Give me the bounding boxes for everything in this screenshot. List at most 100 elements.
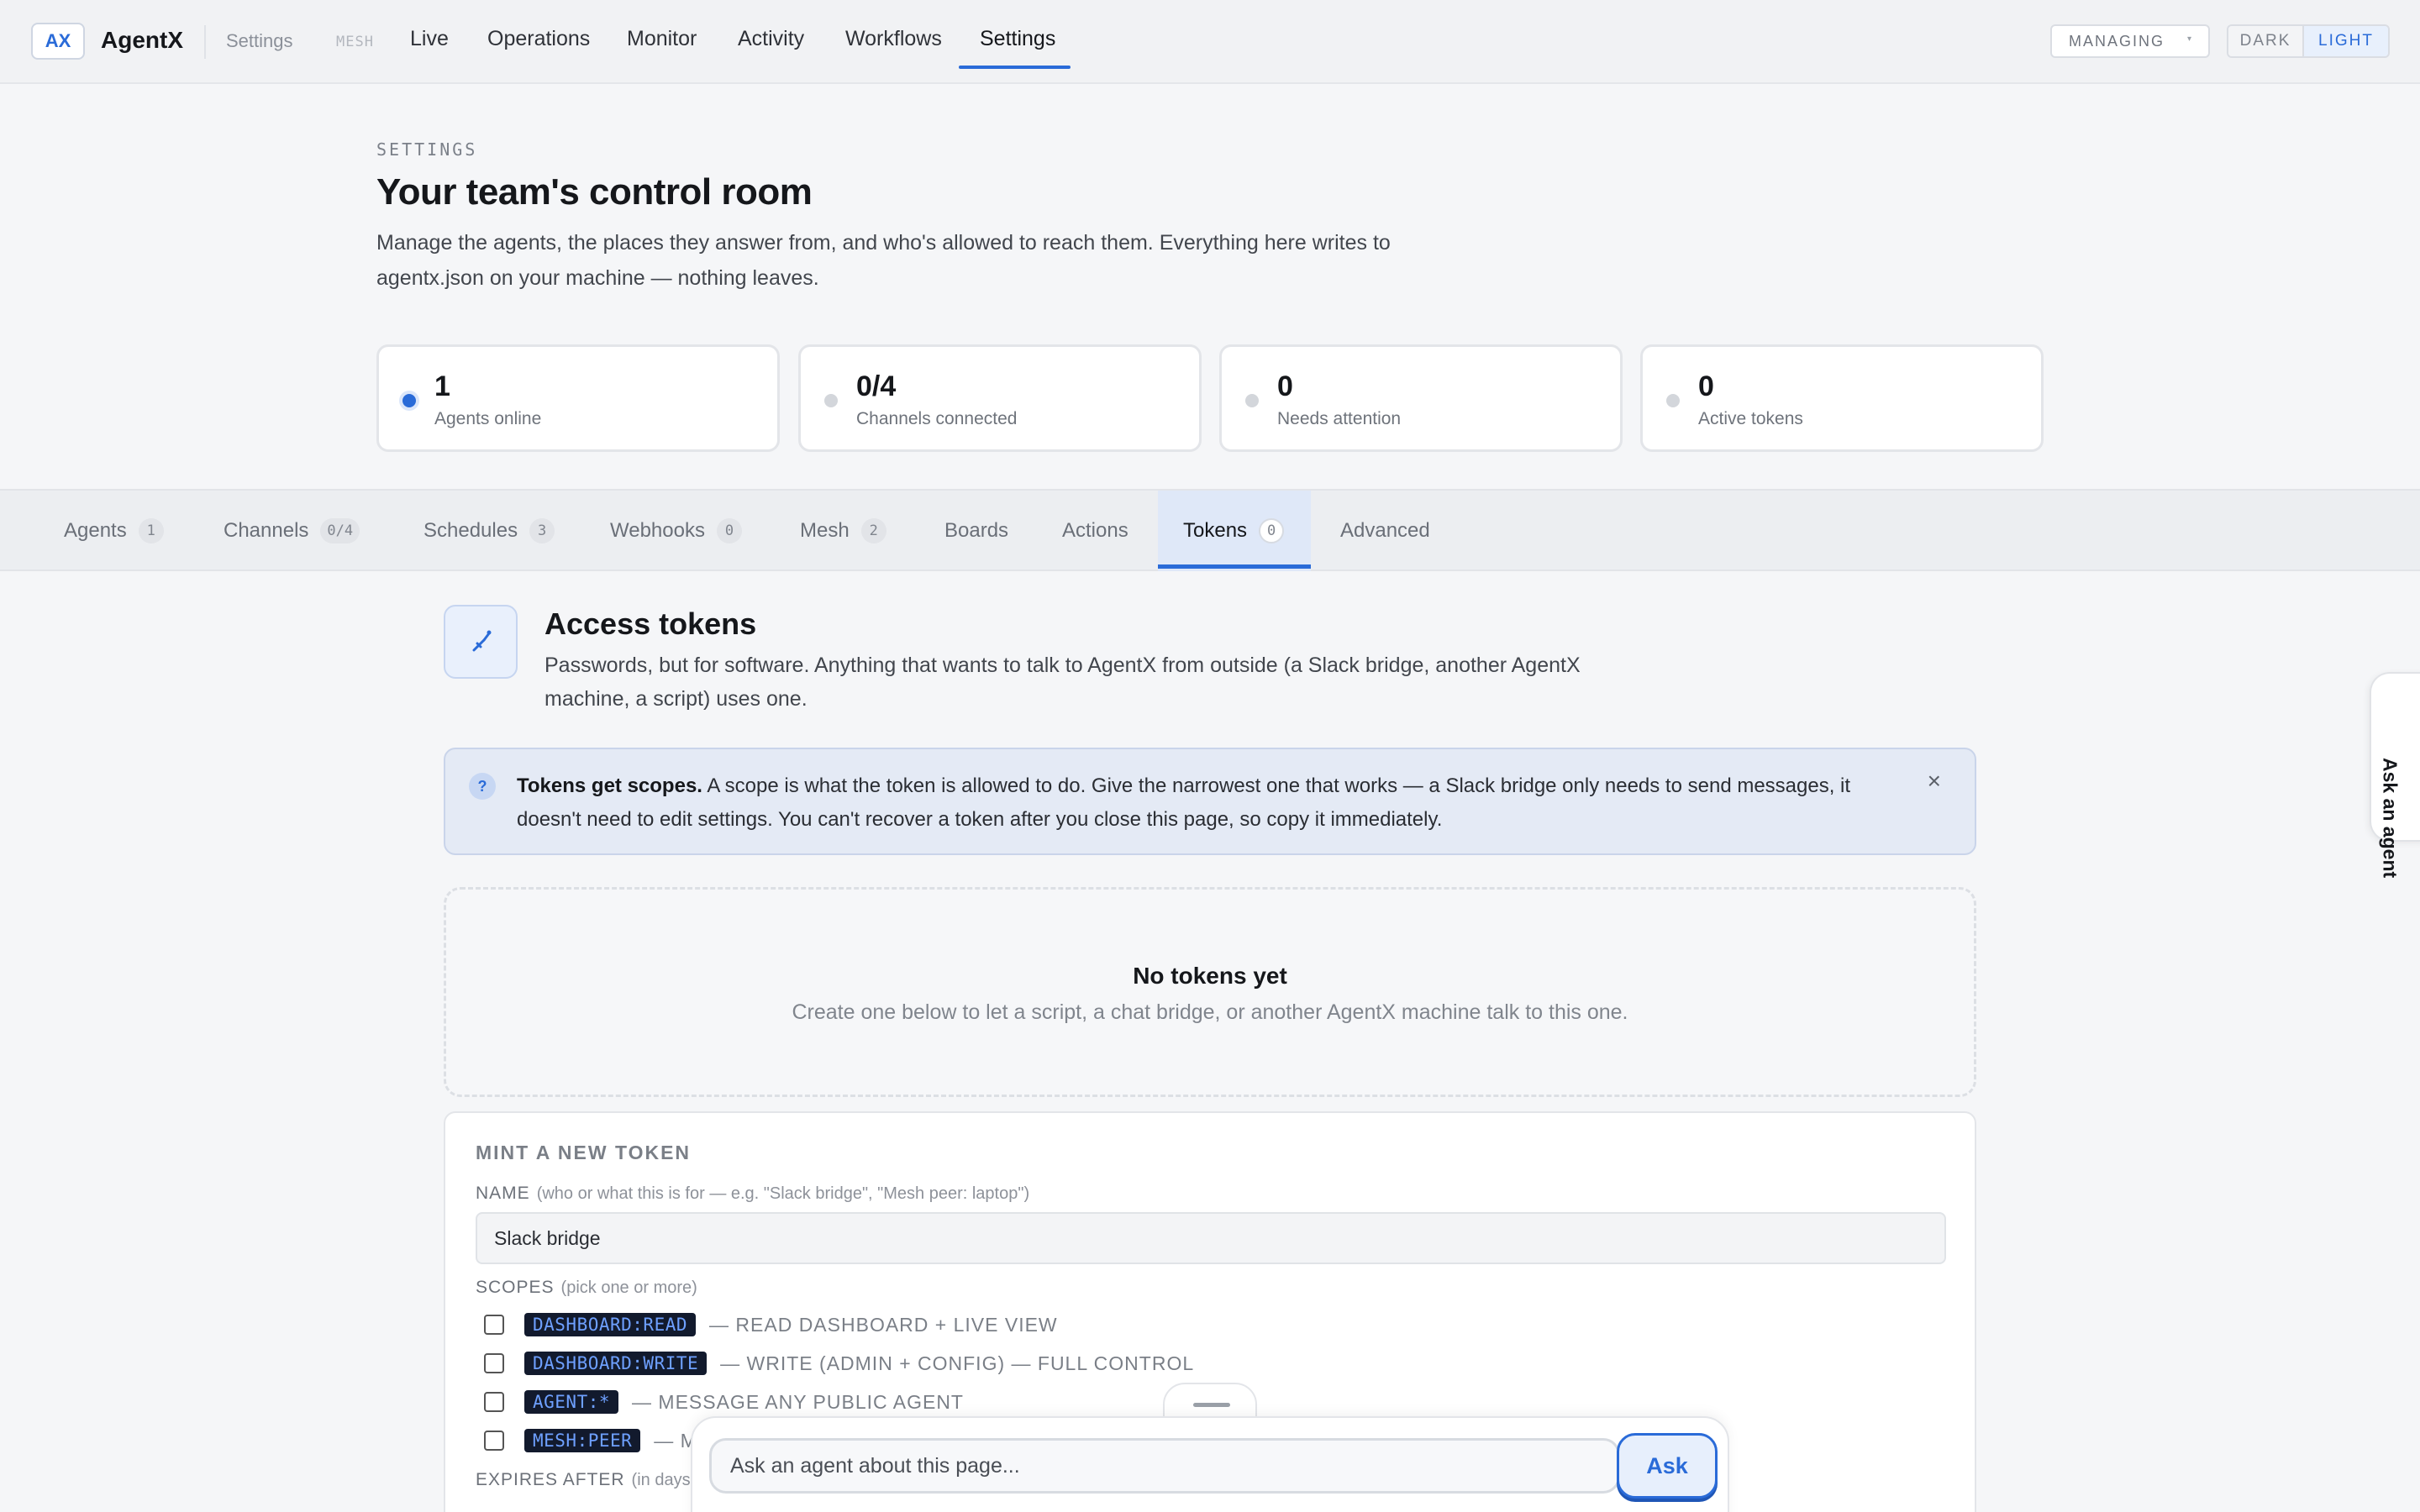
scope-checkbox[interactable]	[484, 1431, 504, 1451]
nav-activity[interactable]: Activity	[738, 27, 804, 51]
status-dot	[402, 394, 416, 407]
tab-count-badge: 0/4	[320, 518, 360, 543]
scope-option: AGENT:* — MESSAGE ANY PUBLIC AGENT	[484, 1388, 964, 1416]
page-title: Your team's control room	[376, 171, 813, 213]
side-tab-label: Ask an agent	[2379, 758, 2402, 879]
scope-code: AGENT:*	[524, 1390, 619, 1414]
tab-label: Advanced	[1340, 519, 1430, 542]
tab-count-badge: 0	[716, 518, 742, 543]
nav-active-indicator	[959, 66, 1071, 69]
close-icon[interactable]: ×	[1928, 768, 1941, 795]
stat-label: Agents online	[434, 409, 542, 428]
managing-label: MANAGING	[2069, 32, 2165, 50]
app-name: AgentX	[101, 27, 183, 53]
empty-title: No tokens yet	[1133, 963, 1287, 989]
section-icon-tile	[444, 605, 518, 679]
info-callout: ? Tokens get scopes. A scope is what the…	[444, 748, 1976, 855]
tab-label: Boards	[944, 519, 1009, 542]
label-text: NAME	[476, 1184, 530, 1203]
breadcrumb: Settings	[226, 30, 293, 51]
status-dot	[1666, 394, 1680, 407]
scope-option: MESH:PEER — M	[484, 1426, 697, 1455]
nav-operations[interactable]: Operations	[487, 27, 590, 51]
nav-workflows[interactable]: Workflows	[845, 27, 942, 51]
scope-checkbox[interactable]	[484, 1392, 504, 1412]
tab-count-badge: 3	[529, 518, 555, 543]
tab-advanced[interactable]: Advanced	[1340, 491, 1430, 571]
status-dot	[824, 394, 838, 407]
key-icon	[472, 630, 492, 652]
label-text: EXPIRES AFTER	[476, 1470, 625, 1489]
expires-field-label: EXPIRES AFTER (in days	[476, 1470, 691, 1490]
stat-card-agents: 1 Agents online	[376, 344, 780, 452]
scope-checkbox[interactable]	[484, 1353, 504, 1373]
help-icon: ?	[469, 773, 496, 800]
scope-code: DASHBOARD:WRITE	[524, 1352, 708, 1375]
stat-value: 0	[1277, 370, 1293, 402]
empty-subtitle: Create one below to let a script, a chat…	[792, 1000, 1628, 1024]
scope-description: — READ DASHBOARD + LIVE VIEW	[709, 1313, 1058, 1336]
stat-value: 0/4	[856, 370, 897, 402]
tab-label: Channels	[224, 519, 309, 542]
tab-schedules[interactable]: Schedules 3	[424, 491, 555, 571]
tab-label: Agents	[64, 519, 127, 542]
section-title: Access tokens	[544, 606, 757, 641]
tab-label: Actions	[1062, 519, 1128, 542]
tab-label: Mesh	[800, 519, 850, 542]
ask-input[interactable]: Ask an agent about this page...	[709, 1438, 1620, 1494]
mesh-tag: MESH	[336, 34, 374, 50]
scope-checkbox[interactable]	[484, 1315, 504, 1335]
label-hint: (in days	[631, 1471, 691, 1489]
scope-code: MESH:PEER	[524, 1429, 641, 1452]
scope-option: DASHBOARD:WRITE — WRITE (ADMIN + CONFIG)…	[484, 1349, 1194, 1378]
stat-label: Channels connected	[856, 409, 1018, 428]
theme-toggle: DARK LIGHT	[2227, 24, 2390, 58]
nav-monitor[interactable]: Monitor	[627, 27, 697, 51]
tab-channels[interactable]: Channels 0/4	[224, 491, 360, 571]
managing-dropdown[interactable]: MANAGING ▾	[2050, 24, 2210, 58]
scope-description: — MESSAGE ANY PUBLIC AGENT	[632, 1390, 964, 1413]
tab-tokens[interactable]: Tokens 0	[1158, 491, 1311, 571]
token-name-input[interactable]: Slack bridge	[476, 1212, 1946, 1264]
tab-count-badge: 2	[860, 518, 886, 543]
chevron-down-icon: ▾	[2186, 34, 2193, 44]
page-eyebrow: SETTINGS	[376, 139, 478, 160]
ask-agent-side-tab[interactable]: Ask an agent	[2370, 672, 2420, 878]
tab-label: Schedules	[424, 519, 518, 542]
section-description: Passwords, but for software. Anything th…	[544, 654, 1581, 711]
stat-label: Needs attention	[1277, 409, 1402, 428]
settings-tabs: Agents 1 Channels 0/4 Schedules 3 Webhoo…	[0, 489, 2420, 571]
tab-mesh[interactable]: Mesh 2	[800, 491, 886, 571]
label-hint: (who or what this is for — e.g. "Slack b…	[536, 1184, 1030, 1203]
nav-live[interactable]: Live	[410, 27, 449, 51]
stat-card-tokens: 0 Active tokens	[1640, 344, 2044, 452]
tab-webhooks[interactable]: Webhooks 0	[610, 491, 742, 571]
scope-code: DASHBOARD:READ	[524, 1313, 697, 1336]
name-field-label: NAME (who or what this is for — e.g. "Sla…	[476, 1184, 1029, 1204]
tab-actions[interactable]: Actions	[1062, 491, 1128, 571]
tab-active-indicator	[1158, 564, 1311, 569]
scope-description: — WRITE (ADMIN + CONFIG) — FULL CONTROL	[720, 1352, 1195, 1374]
theme-light-button[interactable]: LIGHT	[2304, 26, 2388, 56]
nav-settings[interactable]: Settings	[980, 27, 1055, 51]
callout-bold: Tokens get scopes.	[517, 774, 702, 797]
label-hint: (pick one or more)	[560, 1278, 697, 1297]
tab-label: Webhooks	[610, 519, 705, 542]
stat-value: 1	[434, 370, 450, 402]
theme-dark-button[interactable]: DARK	[2228, 26, 2304, 56]
top-bar: AX AgentX Settings MESH Live Operations …	[0, 0, 2420, 84]
divider	[204, 25, 206, 59]
tab-label: Tokens	[1183, 519, 1248, 542]
stat-label: Active tokens	[1698, 409, 1803, 428]
page-description: Manage the agents, the places they answe…	[376, 231, 1391, 290]
app-logo[interactable]: AX	[31, 23, 85, 60]
callout-text: Tokens get scopes. A scope is what the t…	[517, 769, 1895, 837]
callout-body: A scope is what the token is allowed to …	[517, 774, 1851, 831]
ask-button[interactable]: Ask	[1617, 1433, 1718, 1499]
tab-boards[interactable]: Boards	[944, 491, 1008, 571]
status-dot	[1245, 394, 1259, 407]
tab-agents[interactable]: Agents 1	[64, 491, 164, 571]
stat-value: 0	[1698, 370, 1714, 402]
stat-card-channels: 0/4 Channels connected	[798, 344, 1202, 452]
scope-option: DASHBOARD:READ — READ DASHBOARD + LIVE V…	[484, 1310, 1058, 1339]
